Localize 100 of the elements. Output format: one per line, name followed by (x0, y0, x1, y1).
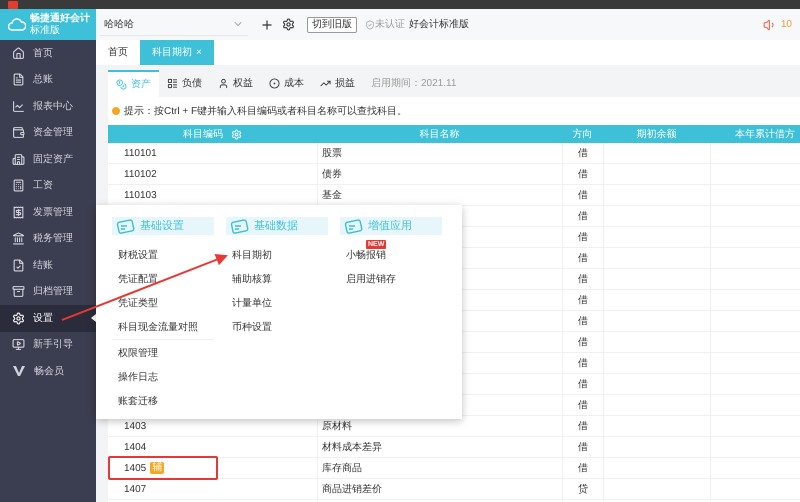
menu-item[interactable]: 凭证配置 (118, 272, 158, 286)
settings-icon[interactable] (282, 18, 295, 31)
browser-logo-icon (8, 0, 18, 8)
category-tab[interactable]: 损益 (312, 70, 363, 97)
period-label: 启用期间：2021.11 (371, 76, 456, 91)
table-cell-text: 1403 (124, 420, 146, 434)
category-tab[interactable]: 权益 (210, 70, 261, 97)
account-dropdown[interactable]: 哈哈哈 (100, 14, 248, 36)
sidebar-item[interactable]: 发票管理 (0, 199, 96, 226)
card-icon (344, 218, 364, 234)
sidebar-item-icon (12, 100, 25, 113)
category-tab[interactable]: 成本 (261, 70, 312, 97)
card-icon (230, 218, 250, 234)
table-cell-text: 库存商品 (322, 462, 362, 476)
menu-item[interactable]: 币种设置 (232, 320, 272, 334)
category-icon (269, 78, 280, 89)
sidebar-item-icon (12, 46, 25, 60)
auxiliary-badge: 辅 (150, 462, 164, 474)
sidebar-item[interactable]: 总账 (0, 66, 96, 93)
menu-item[interactable]: 操作日志 (118, 370, 158, 384)
menu-item[interactable]: 财税设置 (118, 248, 158, 262)
table-cell-text: 借 (578, 462, 588, 476)
switch-version-button[interactable]: 切到旧版 (307, 16, 357, 32)
product-name: 好会计标准版 (409, 18, 469, 32)
table-cell-text: 1405 (124, 462, 146, 476)
category-icon (167, 78, 178, 89)
column-header: 科目名称 (418, 128, 460, 142)
table-cell-text: 借 (578, 168, 588, 182)
table-cell-text: 贷 (578, 482, 588, 496)
category-icon (320, 78, 331, 89)
menu-item[interactable]: 计量单位 (232, 296, 272, 310)
table-cell-text: 借 (578, 420, 588, 434)
member-v-icon (12, 364, 26, 378)
sidebar-item-icon (12, 285, 25, 298)
section-title: 增值应用 (368, 218, 412, 234)
certification-status: 未认证 (375, 18, 405, 32)
sidebar-item-icon (12, 338, 25, 352)
sidebar-item[interactable]: 设置 (0, 305, 96, 332)
table-cell-text: 借 (578, 294, 588, 308)
sidebar-item[interactable]: 结账 (0, 252, 96, 278)
menu-item[interactable]: 辅助核算 (232, 272, 272, 286)
category-tab[interactable]: 负债 (159, 70, 210, 97)
sidebar-item[interactable]: 工资 (0, 172, 96, 199)
table-cell-text: 借 (578, 336, 588, 350)
table-cell-text: 商品进销差价 (322, 482, 382, 496)
cloud-logo-icon (8, 16, 26, 32)
sidebar-item[interactable]: 税务管理 (0, 226, 96, 252)
app-name: 畅捷通好会计 (30, 14, 90, 24)
menu-item[interactable]: 科目期初 (232, 248, 272, 262)
table-cell-text: 债券 (322, 168, 342, 182)
notice-count: 10 (780, 18, 792, 32)
table-cell-text: 借 (578, 230, 588, 244)
category-icon (218, 78, 229, 89)
table-cell-text: 借 (578, 210, 588, 224)
menu-item[interactable]: 启用进销存 (346, 272, 396, 286)
sidebar-item[interactable]: 报表中心 (0, 93, 96, 120)
table-cell-text: 借 (578, 314, 588, 328)
table-cell-text: 借 (578, 188, 588, 202)
sidebar-item-icon (12, 152, 25, 166)
sidebar-item-icon (12, 258, 25, 272)
table-cell-text: 1404 (124, 440, 146, 454)
menu-item[interactable]: 小畅报销 (346, 248, 386, 262)
info-icon (112, 107, 120, 115)
table-cell-text: 110103 (124, 188, 157, 202)
menu-item[interactable]: 权限管理 (118, 346, 158, 360)
table-cell-text: 借 (578, 272, 588, 286)
sidebar-item-icon (12, 126, 25, 140)
certification-icon (365, 20, 375, 30)
sidebar-item[interactable]: 新手引导 (0, 332, 96, 358)
hint-text: 提示：按Ctrl + F键并输入科目编码或者科目名称可以查找科目。 (124, 104, 408, 118)
sidebar-item[interactable]: 固定资产 (0, 146, 96, 172)
menu-item[interactable]: 账套迁移 (118, 394, 158, 408)
column-header: 科目编码 (108, 125, 317, 143)
table-cell-text: 借 (578, 440, 588, 454)
sidebar-item-icon (12, 232, 25, 246)
menu-item[interactable]: 科目现金流量对照 (118, 320, 198, 334)
table-cell-text: 110101 (124, 146, 157, 160)
page-tab[interactable]: 首页 (96, 40, 140, 65)
table-cell-text: 借 (578, 378, 588, 392)
table-cell-text: 借 (578, 356, 588, 370)
table-cell-text: 1407 (124, 482, 146, 496)
table-cell-text: 借 (578, 398, 588, 412)
table-cell-text: 借 (578, 252, 588, 266)
sidebar-item-icon (12, 179, 25, 192)
sidebar-item-icon (12, 312, 25, 325)
table-cell-text: 材料成本差异 (322, 440, 382, 454)
sidebar-item-icon (12, 206, 25, 219)
add-icon[interactable] (260, 18, 274, 32)
menu-item[interactable]: 凭证类型 (118, 296, 158, 310)
table-cell-text: 基金 (322, 188, 342, 202)
table-cell-text: 110102 (124, 168, 157, 182)
sidebar-item[interactable]: 首页 (0, 40, 96, 66)
card-icon (116, 218, 136, 234)
table-cell-text: 股票 (322, 146, 342, 160)
sidebar-item[interactable]: 资金管理 (0, 120, 96, 146)
table-cell-text: 借 (578, 146, 588, 160)
column-header: 本年累计借方 (734, 128, 796, 142)
sidebar-item[interactable]: 归档管理 (0, 278, 96, 305)
sidebar-item[interactable]: 畅会员 (0, 358, 96, 384)
table-cell-text: 原材料 (322, 420, 352, 434)
